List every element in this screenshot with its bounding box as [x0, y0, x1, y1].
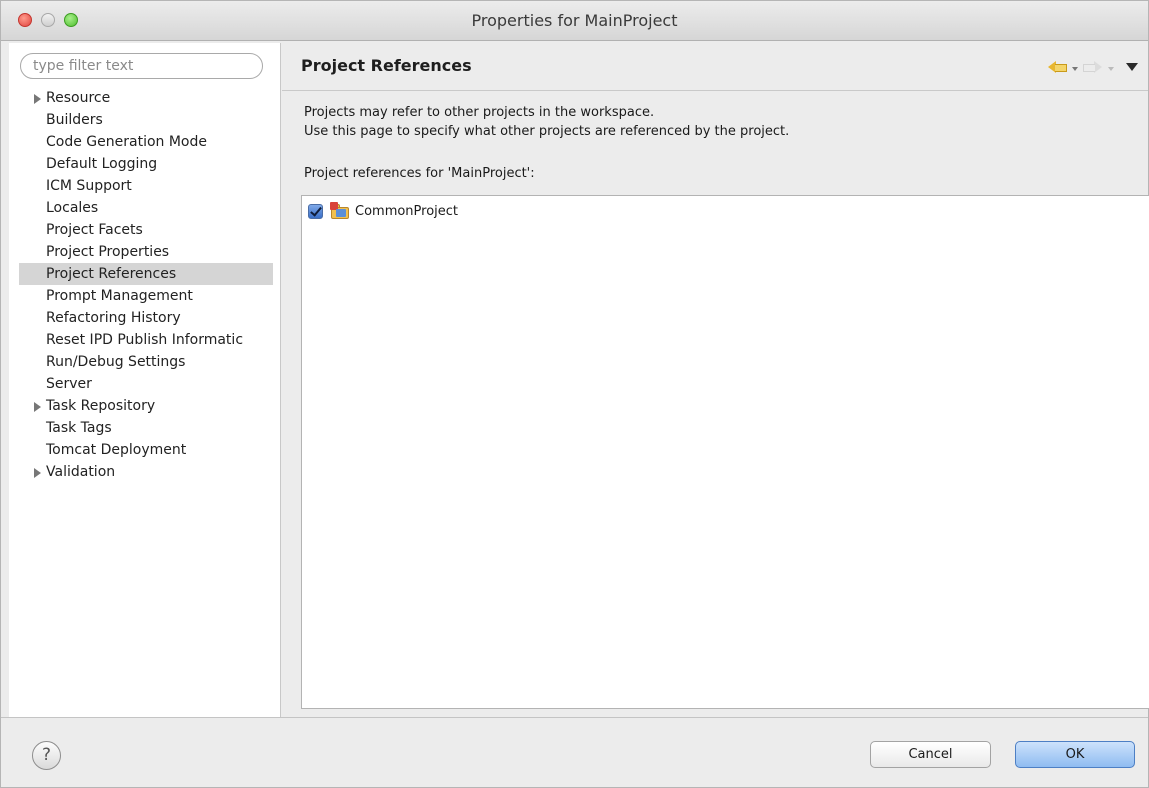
properties-tree: Resource Builders Code Generation Mode D… [19, 87, 273, 483]
reference-checkbox[interactable] [308, 203, 323, 219]
forward-history-caret-icon[interactable] [1108, 67, 1114, 71]
tree-item-code-generation-mode[interactable]: Code Generation Mode [19, 131, 273, 153]
tree-item-reset-ipd-publish[interactable]: Reset IPD Publish Informatic [19, 329, 273, 351]
forward-arrow-icon[interactable] [1082, 58, 1104, 76]
tree-item-project-facets[interactable]: Project Facets [19, 219, 273, 241]
expand-arrow-icon[interactable] [34, 468, 41, 478]
back-arrow-icon[interactable] [1046, 58, 1068, 76]
description-line-2: Use this page to specify what other proj… [304, 124, 790, 139]
view-menu-icon[interactable] [1126, 63, 1138, 71]
tree-item-resource[interactable]: Resource [19, 87, 273, 109]
page-description: Projects may refer to other projects in … [304, 103, 789, 141]
tree-item-task-repository[interactable]: Task Repository [19, 395, 273, 417]
tree-item-tomcat-deployment[interactable]: Tomcat Deployment [19, 439, 273, 461]
list-item[interactable]: CommonProject [308, 201, 458, 221]
page-title: Project References [301, 56, 472, 75]
filter-input[interactable] [20, 53, 263, 79]
page-navigation [1046, 57, 1138, 77]
tree-item-validation[interactable]: Validation [19, 461, 273, 483]
tree-item-project-references[interactable]: Project References [19, 263, 273, 285]
properties-sidebar: Resource Builders Code Generation Mode D… [9, 43, 281, 717]
page-header: Project References [282, 43, 1148, 91]
tree-item-builders[interactable]: Builders [19, 109, 273, 131]
cancel-button[interactable]: Cancel [870, 741, 991, 768]
back-history-caret-icon[interactable] [1072, 67, 1078, 71]
reference-label: CommonProject [355, 203, 459, 219]
tree-item-prompt-management[interactable]: Prompt Management [19, 285, 273, 307]
properties-dialog: Properties for MainProject Resource Buil… [0, 0, 1149, 788]
project-folder-icon [330, 202, 350, 220]
button-bar: ? Cancel OK [1, 717, 1148, 787]
tree-item-default-logging[interactable]: Default Logging [19, 153, 273, 175]
window-title: Properties for MainProject [471, 11, 678, 30]
tree-item-run-debug-settings[interactable]: Run/Debug Settings [19, 351, 273, 373]
ok-button[interactable]: OK [1015, 741, 1135, 768]
references-label: Project references for 'MainProject': [304, 166, 535, 181]
description-line-1: Projects may refer to other projects in … [304, 105, 655, 120]
expand-arrow-icon[interactable] [34, 402, 41, 412]
properties-page: Project References Projects may refer to… [282, 43, 1149, 717]
tree-item-locales[interactable]: Locales [19, 197, 273, 219]
tree-item-icm-support[interactable]: ICM Support [19, 175, 273, 197]
tree-item-server[interactable]: Server [19, 373, 273, 395]
project-references-list[interactable]: CommonProject [301, 195, 1149, 709]
title-bar[interactable]: Properties for MainProject [1, 1, 1148, 41]
tree-item-project-properties[interactable]: Project Properties [19, 241, 273, 263]
tree-item-task-tags[interactable]: Task Tags [19, 417, 273, 439]
expand-arrow-icon[interactable] [34, 94, 41, 104]
tree-item-refactoring-history[interactable]: Refactoring History [19, 307, 273, 329]
help-button[interactable]: ? [32, 741, 61, 770]
